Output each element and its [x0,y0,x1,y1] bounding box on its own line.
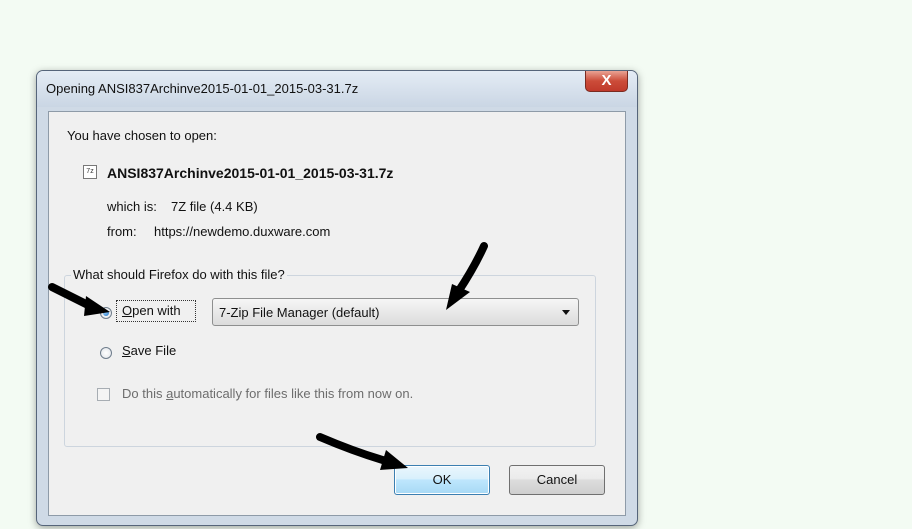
annotation-arrows [48,242,488,470]
arrow-to-open-with [48,283,110,316]
arrow-to-application-select [446,242,488,310]
arrow-to-ok-button [316,433,408,470]
